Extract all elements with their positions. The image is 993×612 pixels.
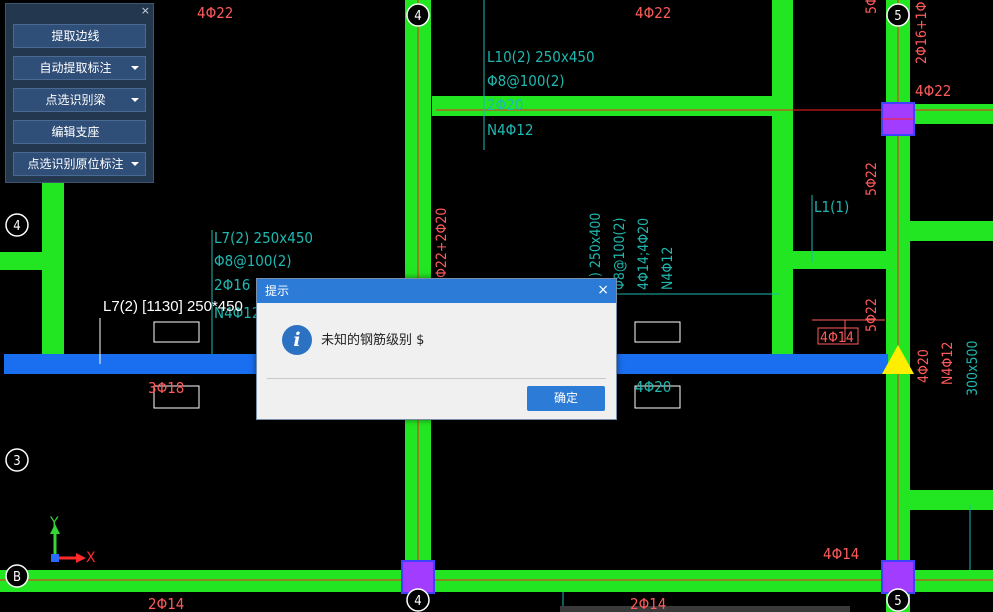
beam-stirrup-text[interactable]: Φ8@100(2): [214, 252, 292, 270]
auto-extract-annotation-button[interactable]: 自动提取标注: [13, 56, 146, 80]
svg-text:3: 3: [13, 454, 20, 469]
edit-support-button[interactable]: 编辑支座: [13, 120, 146, 144]
beam-rebar-text[interactable]: 2Φ16: [214, 276, 250, 294]
rebar-text[interactable]: 5Φ22: [864, 298, 880, 332]
beam-horizontal-upper-mid[interactable]: [432, 96, 772, 116]
svg-text:4: 4: [414, 594, 421, 609]
annotation-box[interactable]: [153, 321, 200, 343]
recognition-tool-panel: × 提取边线 自动提取标注 点选识别梁 编辑支座 点选识别原位标注: [5, 3, 154, 183]
beam-rebar-text[interactable]: 4Φ14;4Φ20: [636, 218, 652, 290]
button-label: 编辑支座: [51, 125, 100, 139]
beam-size-text[interactable]: 300x500: [965, 340, 981, 396]
horizontal-scrollbar[interactable]: [560, 606, 850, 612]
rebar-text[interactable]: 4Φ22: [197, 4, 233, 22]
ok-button[interactable]: 确定: [527, 386, 605, 411]
beam-rebar-text[interactable]: N4Φ12: [487, 121, 533, 139]
rebar-text[interactable]: 4Φ14: [820, 330, 854, 346]
rebar-text[interactable]: Φ22+2Φ20: [434, 208, 450, 278]
column-4-bottom[interactable]: [401, 560, 435, 594]
rebar-text[interactable]: N4Φ12: [940, 342, 956, 385]
info-icon: i: [282, 325, 312, 355]
button-label: 自动提取标注: [39, 61, 112, 75]
dialog-divider: [267, 378, 606, 379]
rebar-text[interactable]: 4Φ22: [915, 82, 951, 100]
y-axis-label: Y: [50, 515, 59, 531]
rebar-text[interactable]: 2Φ14: [630, 595, 666, 612]
grid-bubble-5-top[interactable]: 5: [886, 3, 910, 27]
rebar-text[interactable]: 4Φ20: [635, 378, 671, 396]
beam-horizontal-bottom[interactable]: [0, 570, 993, 592]
rebar-text[interactable]: 4Φ14: [823, 545, 859, 563]
rebar-text[interactable]: 2Φ16+1Φ: [914, 1, 930, 64]
beam-vertical-mid-right[interactable]: [772, 0, 793, 355]
grid-bubble-5-bottom[interactable]: 5: [886, 588, 910, 612]
chevron-down-icon[interactable]: [131, 98, 139, 102]
annotation-box[interactable]: [634, 321, 681, 343]
beam-label[interactable]: L7(2) 250x450: [214, 229, 313, 247]
rebar-text[interactable]: 5Φ22: [864, 162, 880, 196]
grid-bubble-3-left[interactable]: 3: [5, 448, 29, 472]
close-icon[interactable]: ×: [597, 282, 609, 298]
pick-identify-in-situ-annotation-button[interactable]: 点选识别原位标注: [13, 152, 146, 176]
beam-label[interactable]: L1(1): [814, 198, 849, 216]
svg-text:4: 4: [414, 9, 421, 24]
rebar-text[interactable]: 2Φ14: [148, 595, 184, 612]
beam-vertical-left[interactable]: [42, 183, 64, 355]
dialog-message: 未知的钢筋级别 $: [321, 333, 425, 348]
chevron-down-icon[interactable]: [131, 66, 139, 70]
beam-label[interactable]: L10(2) 250x450: [487, 48, 595, 66]
beam-horizontal-far-right-a[interactable]: [910, 221, 993, 241]
rebar-text[interactable]: 5Φ: [864, 0, 880, 14]
beam-horizontal-far-right-b[interactable]: [910, 490, 993, 510]
selected-beam-label[interactable]: L7(2) [1130] 250*450: [103, 298, 243, 315]
button-label: 点选识别原位标注: [27, 157, 124, 171]
beam-stirrup-text[interactable]: Φ8@100(2): [487, 72, 565, 90]
x-axis-label: X: [86, 550, 96, 566]
cad-viewport[interactable]: 4 5 4 3 B 4 5 4Φ22 4Φ22 4Φ22 3Φ18 4Φ14 2…: [0, 0, 993, 612]
chevron-down-icon[interactable]: [131, 162, 139, 166]
grid-bubble-4-left[interactable]: 4: [5, 213, 29, 237]
dialog-title: 提示: [265, 284, 290, 298]
grid-bubble-4-bottom[interactable]: 4: [406, 588, 430, 612]
rebar-text[interactable]: 4Φ20: [916, 349, 932, 383]
button-label: 点选识别梁: [45, 93, 106, 107]
rebar-text[interactable]: 4Φ22: [635, 4, 671, 22]
grid-bubble-b-left[interactable]: B: [5, 564, 29, 588]
svg-text:5: 5: [894, 9, 901, 24]
beam-horizontal-right-top[interactable]: [910, 104, 993, 124]
svg-text:5: 5: [894, 594, 901, 609]
extract-edge-button[interactable]: 提取边线: [13, 24, 146, 48]
column-5-bottom[interactable]: [881, 560, 915, 594]
alert-dialog: 提示 × i 未知的钢筋级别 $ 确定: [256, 278, 617, 420]
pick-identify-beam-button[interactable]: 点选识别梁: [13, 88, 146, 112]
dialog-title-bar[interactable]: 提示 ×: [257, 279, 616, 303]
rebar-text[interactable]: 3Φ18: [148, 379, 184, 397]
button-label: 提取边线: [51, 29, 100, 43]
beam-horizontal-left-short[interactable]: [0, 252, 42, 270]
svg-text:4: 4: [13, 219, 20, 234]
beam-rebar-text[interactable]: 2Φ20: [487, 96, 523, 114]
svg-text:B: B: [13, 570, 21, 585]
grid-bubble-4-top[interactable]: 4: [406, 3, 430, 27]
beam-horizontal-right-mid[interactable]: [792, 251, 888, 269]
panel-close-icon[interactable]: ×: [141, 4, 150, 18]
beam-rebar-text[interactable]: N4Φ12: [660, 247, 676, 290]
